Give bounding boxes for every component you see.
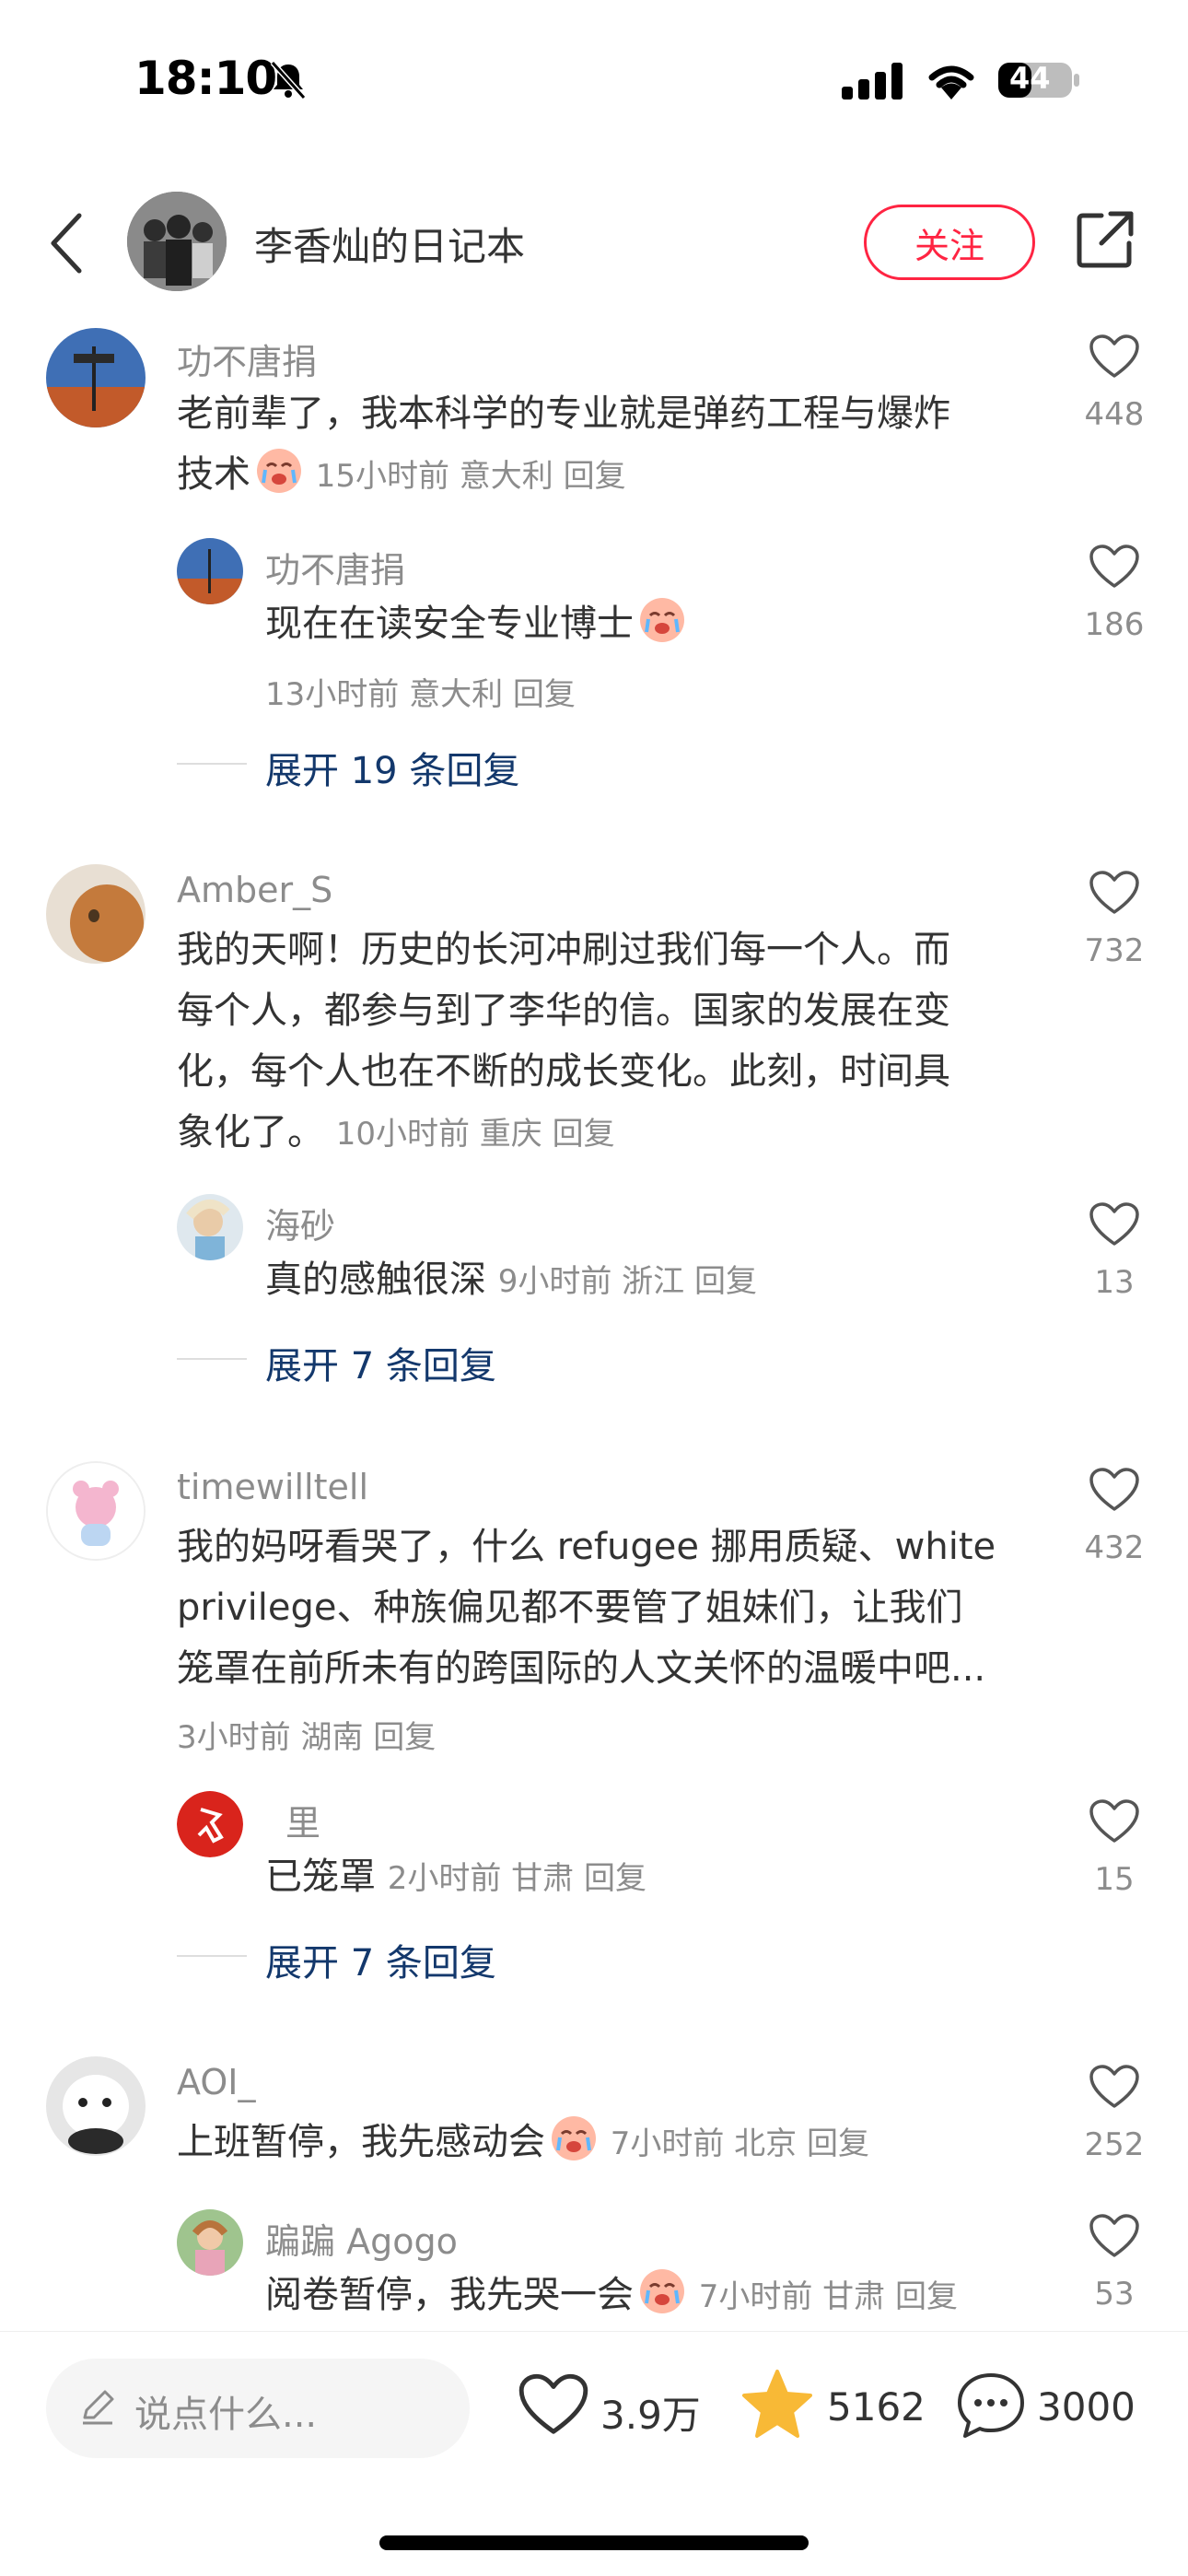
comment-text: 老前辈了，我本科学的专业就是弹药工程与爆炸 技术 15小时前 意大利 回复 [177,392,950,496]
home-indicator[interactable] [379,2535,809,2550]
reply-text: 已笼罩 2小时前 甘肃 回复 [265,1856,646,1898]
heart-icon[interactable] [1089,1201,1140,1247]
heart-icon[interactable] [1089,1798,1140,1844]
comment-username[interactable]: timewilltell [177,1467,368,1507]
reply-text: 阅卷暂停，我先哭一会 7小时前 甘肃 回复 [265,2265,958,2327]
reply-meta: 13小时前 意大利 回复 [265,676,576,713]
comment-meta: 3小时前 湖南 回复 [177,1719,437,1756]
star-icon[interactable] [740,2368,814,2440]
comment-meta: 10小时前 重庆 回复 [335,1116,615,1153]
reply-meta: 7小时前 甘肃 回复 [698,2278,958,2315]
back-icon[interactable] [46,210,87,276]
reply-meta: 9小时前 浙江 回复 [497,1263,757,1300]
post-comment-count: 3000 [1037,2384,1136,2430]
crying-emoji-icon [549,2113,599,2163]
reply-text: 现在在读安全专业博士 [265,593,687,654]
post-like-count: 3.9万 [600,2393,701,2438]
divider [177,763,247,765]
comment-avatar[interactable] [46,864,146,964]
heart-icon[interactable] [1089,2213,1140,2259]
wifi-icon [928,65,974,100]
comment-meta: 7小时前 北京 回复 [610,2125,869,2162]
expand-replies-button[interactable]: 展开 19 条回复 [265,741,519,794]
bottom-bar-divider [0,2331,1188,2332]
heart-icon[interactable] [1089,334,1140,380]
like-count: 13 [1094,1264,1135,1301]
comment-avatar[interactable] [46,2056,146,2156]
battery-level: 44 [1009,61,1051,96]
like-count: 732 [1084,932,1145,969]
like-count: 53 [1094,2276,1135,2313]
signal-icon [842,63,903,100]
reply-username[interactable]: 蹁蹁 Agogo [265,2213,458,2264]
reply-text: 真的感触很深 9小时前 浙江 回复 [265,1259,757,1301]
reply-username[interactable]: 里 [285,1795,320,1845]
post-star-count: 5162 [827,2384,926,2430]
comment-avatar[interactable] [46,328,146,427]
heart-icon[interactable] [1089,544,1140,590]
reply-avatar[interactable] [177,1791,243,1857]
reply-username[interactable]: 功不唐捐 [265,542,405,592]
comment-text: 上班暂停，我先感动会 7小时前 北京 回复 [177,2112,869,2174]
comment-meta: 15小时前 意大利 回复 [315,458,626,495]
like-count: 432 [1084,1529,1145,1566]
share-icon[interactable] [1074,208,1136,271]
comment-username[interactable]: Amber_S [177,870,332,910]
heart-icon[interactable] [1089,870,1140,916]
like-count: 252 [1084,2126,1145,2163]
comment-text: 我的妈呀看哭了，什么 refugee 挪用质疑、white privilege、… [177,1526,996,1690]
comment-username[interactable]: AOI_ [177,2062,255,2102]
comment-icon[interactable] [954,2370,1028,2441]
divider [177,1358,247,1360]
battery-icon: 44 [996,59,1081,101]
pencil-icon [83,2390,114,2425]
divider [177,1955,247,1957]
author-name[interactable]: 李香灿的日记本 [254,216,525,272]
expand-replies-button[interactable]: 展开 7 条回复 [265,1336,496,1389]
reply-avatar[interactable] [177,1194,243,1260]
status-time: 18:10 [134,52,277,105]
crying-emoji-icon [637,595,687,645]
comment-text: 我的天啊！历史的长河冲刷过我们每一个人。而 每个人，都参与到了李华的信。国家的发… [177,929,950,1153]
like-count: 186 [1084,606,1145,643]
crying-emoji-icon [254,446,304,496]
author-avatar[interactable] [127,192,227,291]
heart-icon[interactable] [1089,2064,1140,2110]
follow-button[interactable]: 关注 [864,205,1035,280]
expand-replies-button[interactable]: 展开 7 条回复 [265,1933,496,1986]
reply-avatar[interactable] [177,538,243,604]
reply-username[interactable]: 海砂 [265,1198,335,1248]
crying-emoji-icon [637,2266,687,2316]
reply-avatar[interactable] [177,2209,243,2276]
comment-username[interactable]: 功不唐捐 [177,334,317,384]
heart-icon[interactable] [518,2371,589,2438]
like-count: 448 [1084,396,1145,433]
comment-input-placeholder[interactable]: 说点什么... [134,2384,317,2438]
heart-icon[interactable] [1089,1467,1140,1513]
reply-meta: 2小时前 甘肃 回复 [387,1860,646,1897]
bell-slash-icon [270,60,307,100]
like-count: 15 [1094,1861,1135,1898]
comment-avatar[interactable] [46,1461,146,1561]
